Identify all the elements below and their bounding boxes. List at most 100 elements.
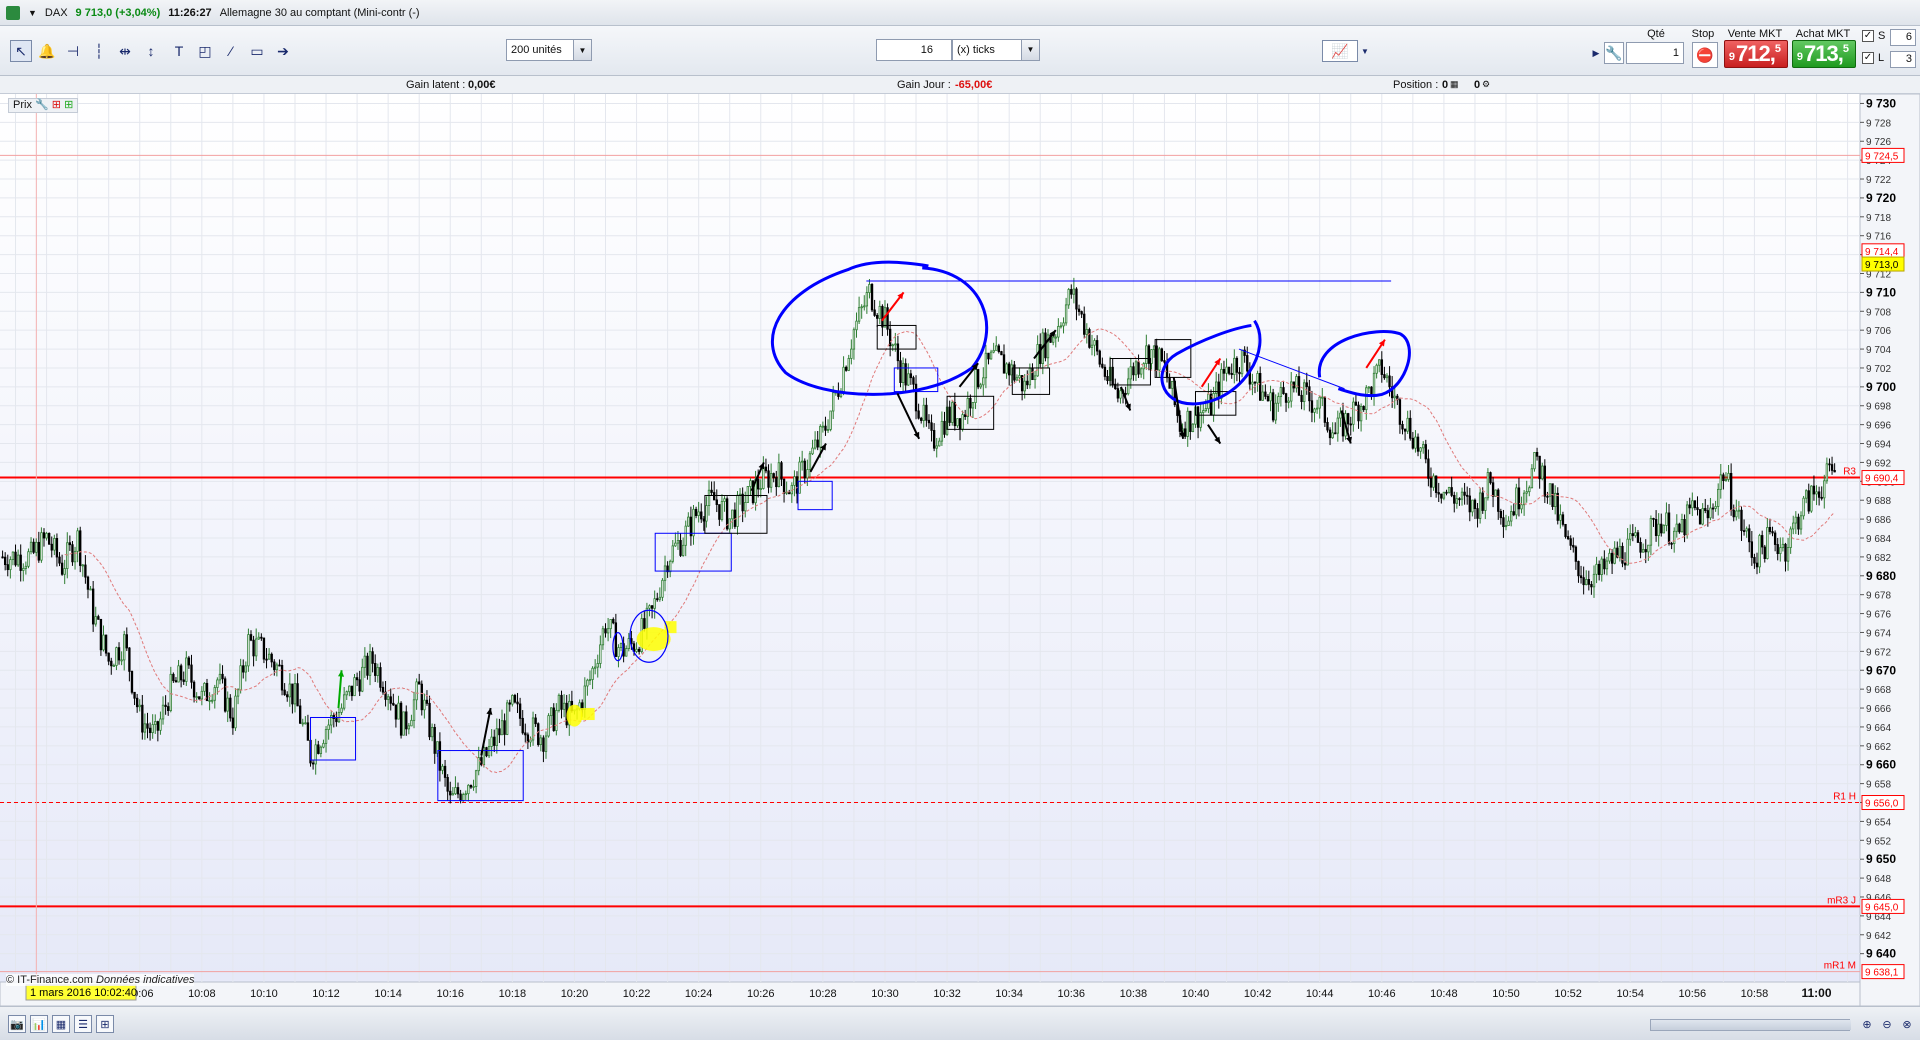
- position-link-icon[interactable]: ⚙: [1482, 79, 1490, 90]
- gain-latent-value: 0,00€: [468, 79, 496, 91]
- chart-type-icon[interactable]: 📈: [1322, 40, 1358, 62]
- candle-body: [1103, 366, 1107, 377]
- zoom-in-icon[interactable]: ⊕: [1858, 1015, 1876, 1033]
- candle-body: [1124, 393, 1127, 395]
- candle-body: [1427, 458, 1430, 479]
- candle-body: [1070, 289, 1073, 295]
- chart-icon[interactable]: 📊: [30, 1015, 48, 1033]
- instrument-name[interactable]: DAX: [45, 7, 68, 19]
- candle-body: [1318, 396, 1321, 409]
- candle-body: [648, 605, 651, 609]
- candle-body: [1510, 511, 1513, 522]
- price-chart[interactable]: 9 7309 7289 7269 7249 7229 7209 7189 716…: [0, 94, 1920, 1006]
- candle-body: [68, 542, 72, 546]
- candle-body: [741, 493, 744, 512]
- sell-market-button[interactable]: 9 712, 5: [1724, 40, 1788, 68]
- y-tick-label: 9 672: [1866, 647, 1891, 658]
- zoom-reset-icon[interactable]: ⊗: [1898, 1015, 1916, 1033]
- candle-body: [930, 422, 933, 431]
- candle-body: [430, 727, 434, 738]
- candle-body: [1331, 432, 1334, 439]
- s-value[interactable]: 6: [1890, 29, 1916, 46]
- chevron-down-icon[interactable]: ▼: [1021, 40, 1039, 60]
- add-overlay-icon[interactable]: ⊞: [64, 99, 73, 111]
- candle-body: [992, 349, 995, 353]
- candle-body: [816, 439, 819, 448]
- vertical-line-icon[interactable]: ┆: [88, 40, 110, 62]
- rectangle-tool-icon[interactable]: ▭: [246, 40, 268, 62]
- candle-body: [1323, 396, 1327, 423]
- candle-body: [1336, 417, 1339, 434]
- wrench-icon[interactable]: 🔧: [1604, 42, 1624, 64]
- add-indicator-icon[interactable]: ⊞: [52, 99, 61, 111]
- range-icon[interactable]: ⇹: [114, 40, 136, 62]
- candle-body: [1468, 495, 1471, 513]
- horizontal-line-icon[interactable]: ⊣: [62, 40, 84, 62]
- grid-icon[interactable]: ⊞: [96, 1015, 114, 1033]
- candle-body: [694, 508, 698, 517]
- candle-body: [1129, 366, 1132, 380]
- vertical-range-icon[interactable]: ↕: [140, 40, 162, 62]
- y-tick-label: 9 682: [1866, 553, 1891, 564]
- ticks-unit-select[interactable]: (x) ticks ▼: [952, 39, 1040, 61]
- trendline-icon[interactable]: ⁄: [220, 40, 242, 62]
- prix-label: Prix 🔧 ⊞ ⊞: [8, 98, 79, 113]
- candle-body: [1504, 525, 1508, 528]
- candle-body: [167, 706, 170, 711]
- candle-body: [477, 757, 480, 772]
- alert-bell-icon[interactable]: 🔔: [36, 40, 58, 62]
- candle-body: [1018, 375, 1021, 379]
- candle-body: [958, 418, 962, 430]
- position-icon[interactable]: ▦: [1450, 79, 1459, 90]
- checkbox-l[interactable]: ✓: [1862, 52, 1874, 64]
- buy-market-button[interactable]: 9 713, 5: [1792, 40, 1856, 68]
- candle-body: [1786, 547, 1790, 562]
- units-select[interactable]: 200 unités ▼: [506, 39, 592, 61]
- cursor-icon[interactable]: ↖: [10, 40, 32, 62]
- l-value[interactable]: 3: [1890, 51, 1916, 68]
- candle-body: [1649, 517, 1653, 546]
- candle-body: [1512, 511, 1515, 516]
- candle-body: [1015, 377, 1019, 381]
- table-icon[interactable]: ▦: [52, 1015, 70, 1033]
- candle-body: [1059, 325, 1063, 328]
- time-scrollbar[interactable]: [1650, 1019, 1851, 1031]
- candle-body: [1789, 528, 1792, 548]
- ticks-stepper[interactable]: 16: [876, 39, 952, 61]
- collapse-arrow-icon[interactable]: ▶: [1590, 42, 1602, 64]
- candle-body: [710, 489, 713, 493]
- chart-svg[interactable]: 9 7309 7289 7269 7249 7229 7209 7189 716…: [0, 94, 1920, 1006]
- candle-body: [270, 653, 273, 663]
- text-tool-icon[interactable]: T: [168, 40, 190, 62]
- stop-toggle-icon[interactable]: ⛔: [1692, 42, 1718, 68]
- candle-body: [1755, 562, 1759, 568]
- chevron-down-icon[interactable]: ▼: [1358, 40, 1372, 62]
- instrument-dropdown-icon[interactable]: ▼: [28, 8, 37, 18]
- list-icon[interactable]: ☰: [74, 1015, 92, 1033]
- candle-body: [27, 551, 30, 567]
- scroll-thumb[interactable]: [1651, 1020, 1851, 1030]
- candle-body: [1217, 381, 1220, 399]
- candle-body: [697, 511, 700, 517]
- shape-tool-icon[interactable]: ◰: [194, 40, 216, 62]
- candle-body: [979, 384, 982, 388]
- chevron-down-icon[interactable]: ▼: [573, 40, 591, 60]
- zoom-out-icon[interactable]: ⊖: [1878, 1015, 1896, 1033]
- s-label: S: [1878, 30, 1886, 42]
- arrow-tool-icon[interactable]: ➔: [272, 40, 294, 62]
- candle-body: [1794, 516, 1798, 524]
- checkbox-s[interactable]: ✓: [1862, 30, 1874, 42]
- candle-body: [1163, 360, 1166, 363]
- candle-body: [925, 404, 928, 421]
- candle-body: [1119, 390, 1122, 399]
- candle-body: [1590, 583, 1593, 588]
- candle-body: [58, 556, 61, 564]
- wrench-icon[interactable]: 🔧: [35, 99, 49, 111]
- snapshot-icon[interactable]: 📷: [8, 1015, 26, 1033]
- candle-body: [327, 724, 330, 730]
- candle-body: [1502, 517, 1505, 528]
- candle-body: [79, 530, 82, 566]
- qty-input[interactable]: 1: [1626, 42, 1684, 64]
- candle-body: [14, 551, 17, 566]
- candle-body: [161, 704, 165, 720]
